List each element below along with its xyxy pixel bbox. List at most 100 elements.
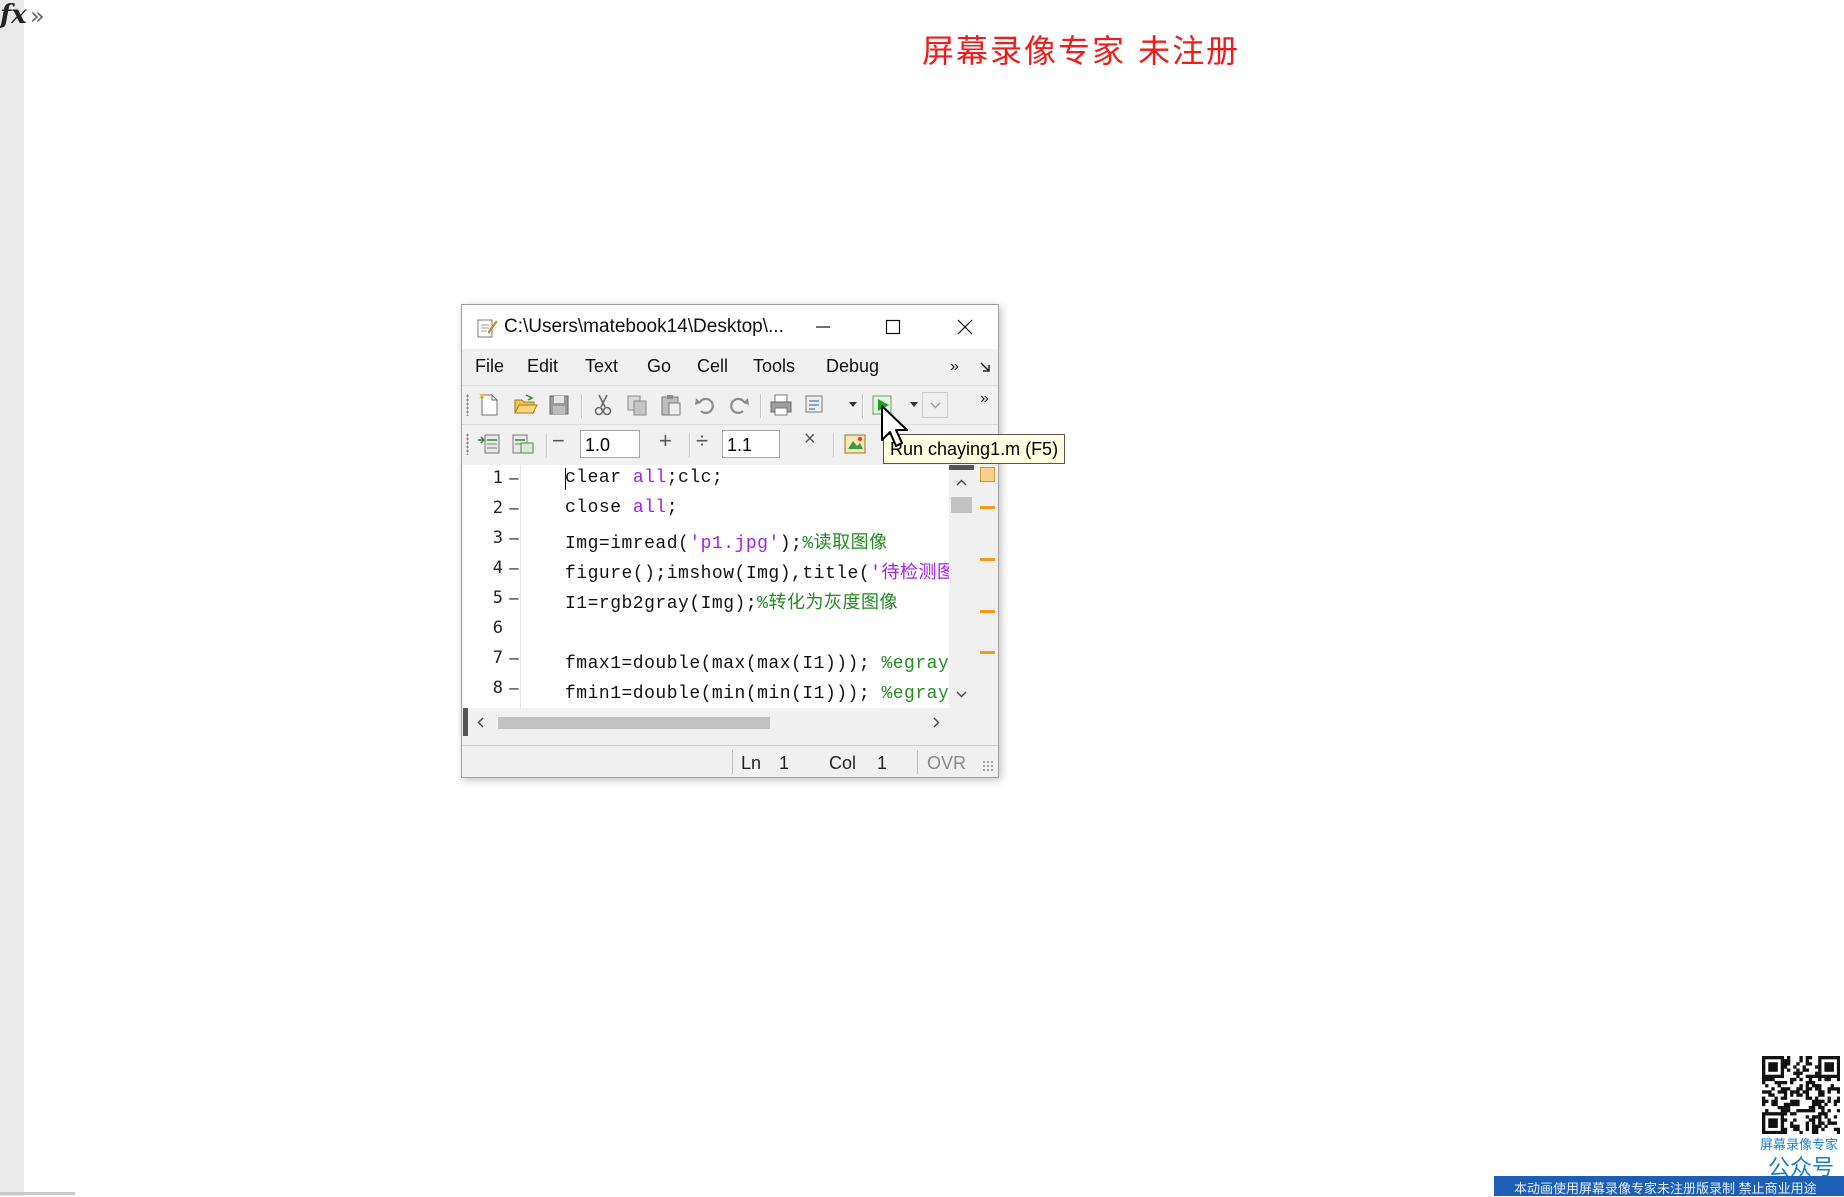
menu-overflow-icon[interactable]: » <box>950 358 959 376</box>
horizontal-scroll-thumb[interactable] <box>498 717 770 729</box>
command-more-icon[interactable]: » <box>30 2 45 30</box>
undo-icon[interactable] <box>692 392 718 418</box>
code-string: all <box>632 498 667 518</box>
breakpoint-marker[interactable]: – <box>508 648 520 668</box>
run-dropdown-icon[interactable] <box>910 402 918 408</box>
scroll-down-icon[interactable] <box>956 691 967 698</box>
code-editor[interactable]: 1 – 2 – 3 – 4 – 5 – 6 7 – 8 – clear all;… <box>463 465 974 708</box>
line-number: 3 <box>492 528 503 548</box>
editor-titlebar[interactable]: C:\Users\matebook14\Desktop\... <box>462 305 998 349</box>
minimize-button[interactable] <box>790 305 856 349</box>
mouse-pointer-icon <box>881 405 908 447</box>
evaluate-cell-icon[interactable] <box>510 431 536 457</box>
insert-cell-icon[interactable] <box>476 431 502 457</box>
code-comment: %读取图像 <box>802 534 888 554</box>
save-icon[interactable] <box>546 392 572 418</box>
code-comment: %egray的最 <box>881 654 949 674</box>
editor-menubar: File Edit Text Go Cell Tools Debug » <box>462 349 998 385</box>
run-tooltip: Run chaying1.m (F5) <box>883 434 1066 464</box>
cut-icon[interactable] <box>590 392 616 418</box>
code-text-area[interactable]: clear all;clc; close all; Img=imread('p1… <box>521 465 949 708</box>
menu-file[interactable]: File <box>475 356 504 377</box>
resize-grip[interactable] <box>982 760 994 772</box>
find-dropdown-icon[interactable] <box>849 402 857 408</box>
code-line: figure();imshow(Img),title('待检测图像 <box>565 558 949 584</box>
toolbar-separator <box>760 394 762 418</box>
toolbar-overflow-icon[interactable]: » <box>980 390 989 408</box>
decrement-button[interactable]: − <box>552 428 565 454</box>
status-separator <box>732 750 733 774</box>
line-number: 1 <box>492 468 503 488</box>
status-line <box>0 1192 75 1195</box>
dock-arrow-icon[interactable] <box>979 361 991 373</box>
warning-marker[interactable] <box>980 558 995 561</box>
scroll-right-icon[interactable] <box>933 717 940 728</box>
code-line: close all; <box>565 498 678 518</box>
toolbar-grip[interactable] <box>466 394 469 416</box>
breakpoint-marker[interactable]: – <box>508 588 520 608</box>
find-icon[interactable] <box>802 392 828 418</box>
publish-icon[interactable] <box>842 431 868 457</box>
code-token: ;clc; <box>666 468 724 488</box>
close-button[interactable] <box>932 305 998 349</box>
menu-text[interactable]: Text <box>585 356 618 377</box>
vertical-scroll-thumb[interactable] <box>951 497 972 513</box>
toolbar-grip[interactable] <box>466 433 469 455</box>
vertical-scrollbar[interactable] <box>949 465 974 708</box>
column-value: 1 <box>877 753 888 773</box>
menu-cell[interactable]: Cell <box>697 356 728 377</box>
new-file-icon[interactable] <box>476 392 502 418</box>
code-string: all <box>632 468 667 488</box>
minimize-icon <box>816 326 830 328</box>
code-line: clear all;clc; <box>565 468 723 488</box>
scroll-up-icon[interactable] <box>956 479 967 486</box>
close-icon <box>957 319 973 335</box>
redo-icon[interactable] <box>726 392 752 418</box>
split-handle[interactable] <box>463 708 468 736</box>
paste-icon[interactable] <box>658 392 684 418</box>
breakpoint-marker[interactable]: – <box>508 558 520 578</box>
multiply-button[interactable]: × <box>804 428 816 451</box>
menu-go[interactable]: Go <box>647 356 671 377</box>
code-token: Img=imread( <box>565 534 690 554</box>
breakpoint-marker[interactable]: – <box>508 528 520 548</box>
increment-button[interactable]: + <box>659 428 672 454</box>
breakpoint-marker[interactable]: – <box>508 498 520 518</box>
message-bar <box>979 465 995 708</box>
copy-icon[interactable] <box>624 392 650 418</box>
breakpoint-marker[interactable]: – <box>508 678 520 698</box>
stack-dropdown[interactable] <box>922 392 948 418</box>
split-handle[interactable] <box>949 465 974 470</box>
maximize-button[interactable] <box>860 305 926 349</box>
increment-value-input[interactable]: 1.0 <box>580 430 640 458</box>
menu-debug[interactable]: Debug <box>826 356 879 377</box>
scroll-left-icon[interactable] <box>477 717 484 728</box>
breakpoint-marker[interactable]: – <box>508 468 520 488</box>
editor-status-bar: Ln 1 Col 1 OVR <box>462 745 998 778</box>
line-number-gutter: 1 – 2 – 3 – 4 – 5 – 6 7 – 8 – <box>463 465 521 708</box>
code-token: I1=rgb2gray(Img); <box>565 594 758 614</box>
overwrite-indicator: OVR <box>927 753 967 773</box>
warning-marker[interactable] <box>980 610 995 613</box>
menu-edit[interactable]: Edit <box>527 356 558 377</box>
command-window-strip <box>0 0 24 1196</box>
horizontal-scrollbar[interactable] <box>463 708 974 736</box>
menu-tools[interactable]: Tools <box>753 356 795 377</box>
warning-marker[interactable] <box>980 651 995 654</box>
line-number: 7 <box>492 648 503 668</box>
chevron-down-icon <box>930 402 941 409</box>
divide-button[interactable]: ÷ <box>696 428 708 454</box>
scale-value-input[interactable]: 1.1 <box>722 430 780 458</box>
print-icon[interactable] <box>768 392 794 418</box>
code-string: '待检测图像 <box>870 564 949 584</box>
code-line: fmin1=double(min(min(I1))); %egray的最 <box>565 678 949 704</box>
toolbar-separator <box>689 433 691 457</box>
code-token: clear <box>565 468 633 488</box>
warning-indicator[interactable] <box>980 467 995 482</box>
watermark-unregistered: 屏幕录像专家 未注册 <box>922 32 1241 70</box>
warning-marker[interactable] <box>980 506 995 509</box>
code-token: fmax1=double(max(max(I1))); <box>565 654 882 674</box>
open-folder-icon[interactable] <box>512 392 538 418</box>
code-token: fmin1=double(min(min(I1))); <box>565 684 882 704</box>
line-number: 2 <box>492 498 503 518</box>
